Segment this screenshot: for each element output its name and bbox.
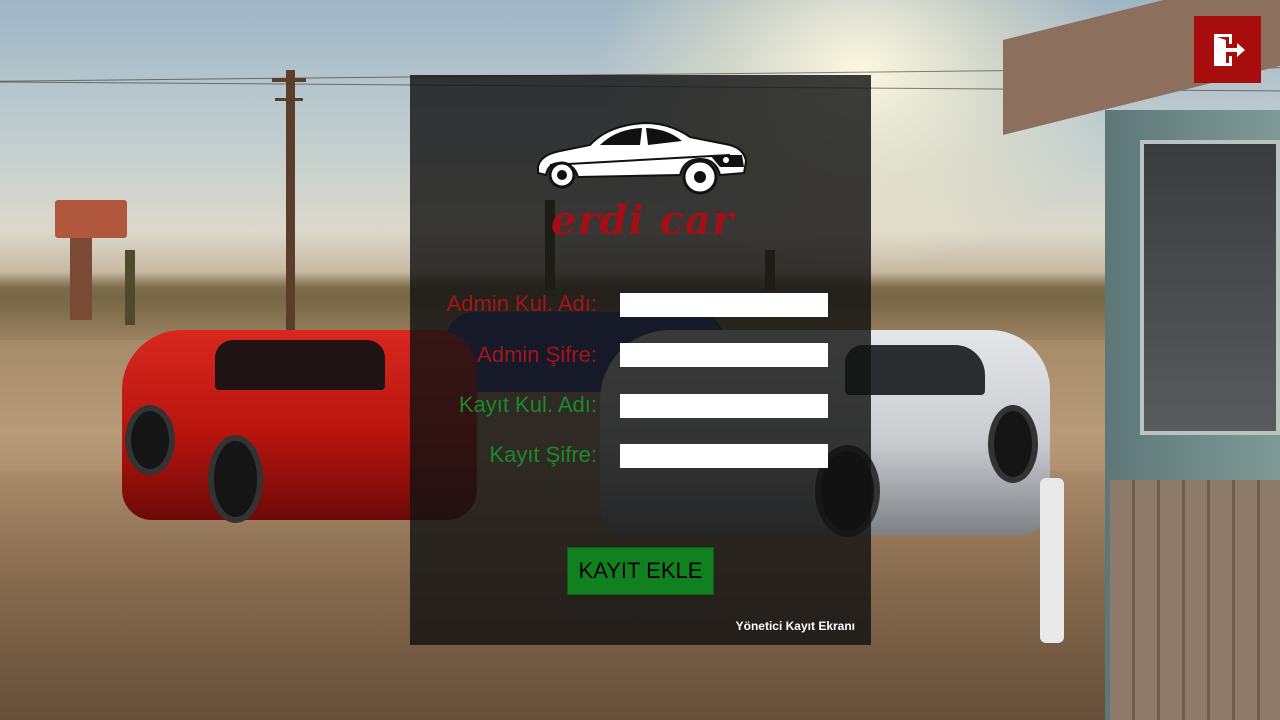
admin-username-input[interactable] — [620, 293, 828, 317]
admin-password-input[interactable] — [620, 343, 828, 367]
screen-caption: Yönetici Kayıt Ekranı — [735, 619, 855, 633]
red-car-window — [215, 340, 385, 390]
wheel — [988, 405, 1038, 483]
wheel — [208, 435, 263, 523]
brand-logo: erdi car — [530, 115, 755, 250]
shack-window — [1140, 140, 1280, 435]
wheel — [125, 405, 175, 475]
register-username-input[interactable] — [620, 394, 828, 418]
register-username-label: Kayıt Kul. Adı: — [458, 392, 597, 417]
exit-button[interactable] — [1194, 16, 1261, 83]
shack-planks — [1110, 480, 1280, 720]
joshua-tree — [125, 250, 135, 325]
register-password-label: Kayıt Şifre: — [489, 442, 597, 467]
roadside-sign-post — [70, 230, 92, 320]
sports-car-icon — [537, 121, 748, 195]
brand-name: erdi car — [551, 197, 734, 244]
add-record-button[interactable]: KAYIT EKLE — [567, 547, 714, 595]
utility-pole-crossbar — [272, 78, 306, 82]
register-password-input[interactable] — [620, 444, 828, 468]
utility-pole — [286, 70, 295, 330]
white-post — [1040, 478, 1064, 643]
registration-panel: erdi car Admin Kul. Adı: Admin Şifre: Ka… — [410, 75, 871, 645]
admin-username-label: Admin Kul. Adı: — [446, 291, 597, 316]
admin-password-label: Admin Şifre: — [477, 342, 597, 367]
roadside-sign — [55, 200, 127, 238]
exit-door-icon — [1213, 33, 1245, 66]
utility-pole-crossbar — [275, 98, 303, 101]
